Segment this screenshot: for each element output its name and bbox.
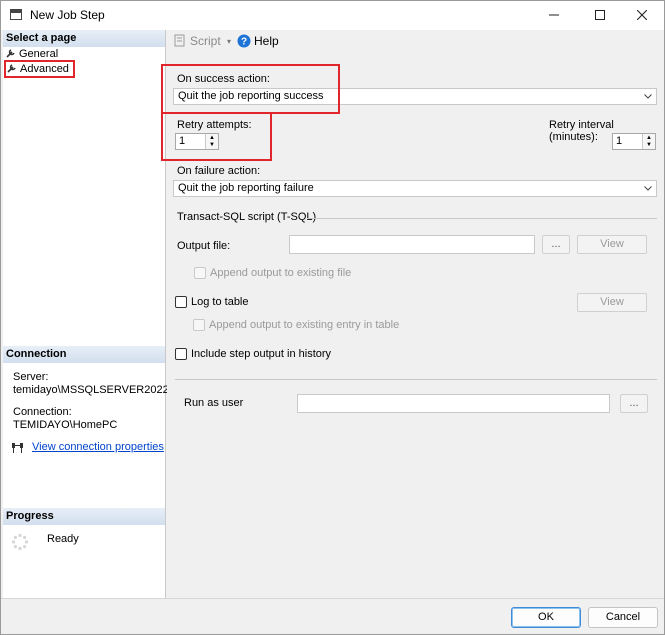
window-app-icon — [10, 9, 22, 20]
connection-properties-icon — [12, 443, 23, 453]
log-to-table-checkbox[interactable] — [175, 296, 187, 308]
output-file-browse-button[interactable]: ... — [542, 235, 570, 254]
connection-header: Connection — [3, 346, 165, 363]
help-label: Help — [254, 34, 279, 48]
script-button[interactable]: Script — [173, 34, 221, 48]
log-to-table-label: Log to table — [191, 296, 249, 308]
progress-status: Ready — [47, 533, 79, 545]
run-as-user-label: Run as user — [184, 397, 244, 409]
wrench-icon — [6, 49, 15, 58]
minimize-icon — [549, 14, 559, 16]
include-history-checkbox[interactable] — [175, 348, 187, 360]
run-as-user-browse-button[interactable]: ... — [620, 394, 648, 413]
script-dropdown-arrow[interactable]: ▾ — [227, 37, 231, 46]
progress-header: Progress — [3, 508, 165, 525]
chevron-down-icon — [644, 186, 652, 191]
progress-spinner-icon — [11, 533, 29, 551]
wrench-icon — [7, 64, 16, 73]
on-failure-value: Quit the job reporting failure — [178, 182, 314, 194]
run-as-user-input[interactable] — [297, 394, 610, 413]
connection-label: Connection: — [13, 406, 72, 418]
append-table-label: Append output to existing entry in table — [209, 319, 400, 331]
advanced-page-content: On success action: Quit the job reportin… — [161, 53, 664, 598]
title-bar: New Job Step — [1, 1, 664, 30]
ok-button[interactable]: OK — [511, 607, 581, 628]
include-history-label: Include step output in history — [191, 348, 332, 360]
page-item-label: General — [19, 48, 59, 60]
cancel-button[interactable]: Cancel — [588, 607, 658, 628]
dialog-button-bar: OK Cancel — [1, 598, 664, 634]
view-connection-properties-link[interactable]: View connection properties — [32, 441, 164, 454]
left-pane: Select a page General Advanced Connectio… — [3, 30, 169, 598]
tsql-group-divider — [307, 218, 657, 219]
help-button[interactable]: ? Help — [237, 34, 279, 48]
append-table-checkbox[interactable] — [193, 319, 205, 331]
maximize-button[interactable] — [577, 1, 623, 30]
toolbar: Script ▾ ? Help — [169, 30, 659, 52]
retry-interval-value: 1 — [616, 135, 623, 147]
close-icon — [636, 9, 648, 21]
tsql-group-label: Transact-SQL script (T-SQL) — [177, 211, 317, 223]
run-as-divider — [175, 379, 657, 380]
script-label: Script — [190, 34, 221, 48]
success-action-highlight — [161, 64, 340, 114]
on-failure-label: On failure action: — [177, 165, 261, 177]
output-file-label: Output file: — [177, 240, 231, 252]
page-item-general[interactable]: General — [6, 47, 58, 61]
new-job-step-window: New Job Step Select a page General Advan… — [0, 0, 665, 635]
retry-attempts-highlight — [161, 112, 272, 161]
script-icon — [174, 34, 185, 47]
select-page-header: Select a page — [3, 30, 165, 47]
on-failure-dropdown[interactable]: Quit the job reporting failure — [173, 180, 657, 197]
svg-text:?: ? — [241, 37, 247, 48]
server-label: Server: — [13, 371, 49, 383]
window-title: New Job Step — [30, 8, 105, 22]
append-output-checkbox[interactable] — [194, 267, 206, 279]
help-icon: ? — [237, 34, 251, 48]
page-item-advanced[interactable]: Advanced — [4, 60, 75, 78]
append-output-label: Append output to existing file — [210, 267, 352, 279]
connection-value: TEMIDAYO\HomePC — [13, 419, 118, 431]
retry-interval-spinner[interactable]: 1 ▲ ▼ — [612, 133, 656, 150]
chevron-down-icon — [644, 94, 652, 99]
minimize-button[interactable] — [531, 1, 577, 30]
output-file-view-button[interactable]: View — [577, 235, 647, 254]
log-table-view-button[interactable]: View — [577, 293, 647, 312]
maximize-icon — [595, 10, 605, 21]
close-button[interactable] — [619, 1, 664, 30]
server-value: temidayo\MSSQLSERVER2022 — [13, 384, 169, 396]
retry-interval-arrows[interactable]: ▲ ▼ — [642, 134, 655, 149]
page-item-label: Advanced — [20, 63, 69, 75]
output-file-input[interactable] — [289, 235, 535, 254]
